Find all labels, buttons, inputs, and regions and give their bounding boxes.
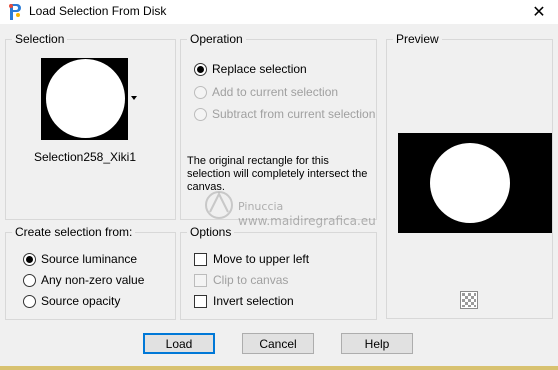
checkbox-invert-selection[interactable]: Invert selection: [194, 294, 294, 308]
checkbox-label: Move to upper left: [213, 252, 310, 266]
operation-group-label: Operation: [187, 32, 246, 46]
radio-add-to-selection: Add to current selection: [194, 85, 338, 99]
radio-subtract-from-selection: Subtract from current selection: [194, 107, 375, 121]
radio-button[interactable]: [194, 62, 207, 76]
chevron-down-icon[interactable]: [131, 96, 137, 100]
selection-group-label: Selection: [12, 32, 68, 46]
checkbox-move-to-upper-left[interactable]: Move to upper left: [194, 252, 309, 266]
checkbox: [194, 273, 207, 287]
radio-label: Add to current selection: [212, 85, 339, 99]
preview-circle: [430, 143, 510, 223]
preview-canvas: [398, 133, 552, 233]
checkbox-label: Clip to canvas: [213, 273, 289, 287]
bottom-strip: [0, 366, 558, 370]
radio-button: [194, 85, 207, 99]
checkerboard-icon[interactable]: [460, 291, 478, 309]
radio-source-opacity[interactable]: Source opacity: [23, 294, 120, 308]
radio-label: Replace selection: [212, 62, 307, 76]
radio-label: Source luminance: [41, 252, 138, 266]
radio-any-non-zero[interactable]: Any non-zero value: [23, 273, 144, 287]
app-icon: [9, 4, 21, 20]
close-icon: ✕: [532, 4, 546, 21]
selection-thumbnail[interactable]: [41, 58, 128, 140]
radio-label: Any non-zero value: [41, 273, 145, 287]
thumbnail-circle: [46, 59, 125, 138]
radio-label: Subtract from current selection: [212, 107, 376, 121]
preview-group-label: Preview: [393, 32, 442, 46]
radio-button: [194, 107, 207, 121]
radio-button[interactable]: [23, 294, 36, 308]
window-title: Load Selection From Disk: [29, 4, 167, 18]
checkbox-clip-to-canvas: Clip to canvas: [194, 273, 288, 287]
load-button[interactable]: Load: [143, 333, 215, 354]
help-button[interactable]: Help: [341, 333, 413, 354]
radio-button[interactable]: [23, 252, 36, 266]
create-from-group-label: Create selection from:: [12, 225, 136, 239]
checkerboard-glyph: [461, 292, 477, 308]
radio-replace-selection[interactable]: Replace selection: [194, 62, 307, 76]
radio-button[interactable]: [23, 273, 36, 287]
close-button[interactable]: ✕: [520, 0, 558, 24]
options-group-label: Options: [187, 225, 235, 239]
checkbox-label: Invert selection: [213, 294, 294, 308]
selection-file-name: Selection258_Xiki1: [33, 150, 137, 164]
radio-source-luminance[interactable]: Source luminance: [23, 252, 137, 266]
checkbox[interactable]: [194, 294, 207, 308]
radio-label: Source opacity: [41, 294, 121, 308]
checkbox[interactable]: [194, 252, 207, 266]
operation-info-text: The original rectangle for this selectio…: [187, 155, 368, 193]
title-bar: Load Selection From Disk ✕: [0, 0, 558, 24]
cancel-button[interactable]: Cancel: [242, 333, 314, 354]
